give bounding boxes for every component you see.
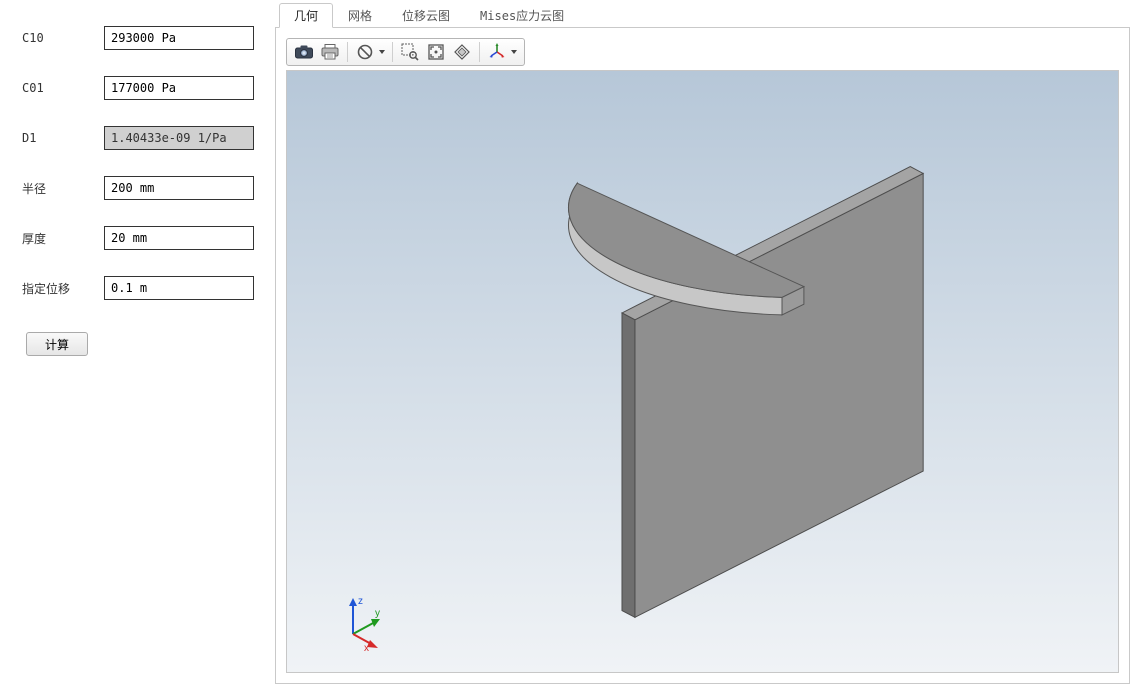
param-label: D1 xyxy=(22,131,104,145)
viewer-panel: z y x xyxy=(275,28,1130,684)
no-entry-dropdown[interactable] xyxy=(376,40,388,64)
compute-button[interactable]: 计算 xyxy=(26,332,88,356)
param-input-c10[interactable] xyxy=(104,26,254,50)
axes-triad: z y x xyxy=(331,592,391,652)
tab-geometry[interactable]: 几何 xyxy=(279,3,333,28)
param-label: C01 xyxy=(22,81,104,95)
param-row-thickness: 厚度 xyxy=(22,226,267,250)
viewer-toolbar xyxy=(286,38,525,66)
toolbar-separator xyxy=(347,42,348,62)
param-label: 厚度 xyxy=(22,230,104,247)
param-row-d1: D1 xyxy=(22,126,267,150)
tab-bar: 几何 网格 位移云图 Mises应力云图 xyxy=(275,6,1130,28)
param-label: 指定位移 xyxy=(22,280,104,297)
svg-text:x: x xyxy=(364,643,369,652)
param-input-c01[interactable] xyxy=(104,76,254,100)
app-root: C10 C01 D1 半径 厚度 指定位移 计算 几何 网格 位移云图 xyxy=(0,0,1140,690)
viewport-3d[interactable]: z y x xyxy=(286,70,1119,673)
toolbar-separator xyxy=(392,42,393,62)
axes-dropdown[interactable] xyxy=(508,40,520,64)
axes-icon[interactable] xyxy=(484,40,510,64)
geometry-scene xyxy=(287,71,1118,672)
tab-mises-plot[interactable]: Mises应力云图 xyxy=(465,3,579,28)
param-row-radius: 半径 xyxy=(22,176,267,200)
parameter-panel: C10 C01 D1 半径 厚度 指定位移 计算 xyxy=(0,6,275,684)
toolbar-separator xyxy=(479,42,480,62)
no-entry-icon[interactable] xyxy=(352,40,378,64)
rotate-icon[interactable] xyxy=(449,40,475,64)
param-input-thickness[interactable] xyxy=(104,226,254,250)
print-icon[interactable] xyxy=(317,40,343,64)
svg-text:z: z xyxy=(358,596,363,607)
param-row-displacement: 指定位移 xyxy=(22,276,267,300)
param-label: C10 xyxy=(22,31,104,45)
param-input-d1 xyxy=(104,126,254,150)
results-area: 几何 网格 位移云图 Mises应力云图 xyxy=(275,6,1140,684)
param-input-displacement[interactable] xyxy=(104,276,254,300)
param-row-c01: C01 xyxy=(22,76,267,100)
param-input-radius[interactable] xyxy=(104,176,254,200)
param-row-c10: C10 xyxy=(22,26,267,50)
svg-text:y: y xyxy=(375,608,380,619)
tab-displacement-plot[interactable]: 位移云图 xyxy=(387,3,465,28)
zoom-extents-icon[interactable] xyxy=(423,40,449,64)
param-label: 半径 xyxy=(22,180,104,197)
tab-mesh[interactable]: 网格 xyxy=(333,3,387,28)
zoom-box-icon[interactable] xyxy=(397,40,423,64)
screenshot-icon[interactable] xyxy=(291,40,317,64)
